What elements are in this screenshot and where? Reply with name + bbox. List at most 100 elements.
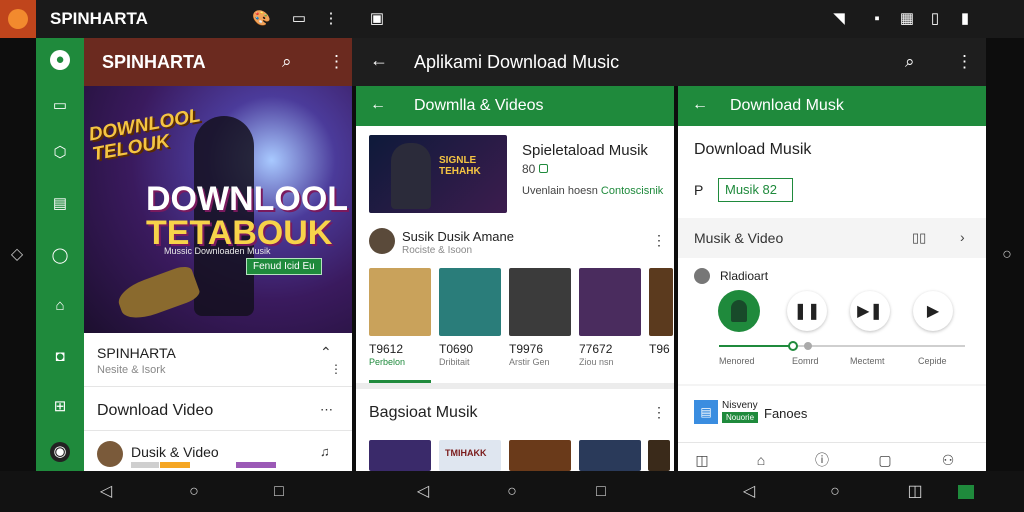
tile-number: T9976 (509, 342, 544, 356)
item1-overflow-icon[interactable]: ⋮ (330, 362, 342, 376)
info-icon[interactable]: ⓘ (812, 450, 832, 470)
battery-icon: ▮ (960, 10, 970, 27)
player-avatar (694, 268, 710, 284)
home-edge-icon[interactable]: ○ (998, 246, 1016, 264)
chevron-right-icon[interactable]: › (960, 229, 965, 245)
headphones-icon[interactable]: ♫ (320, 444, 330, 459)
hero-logo: DOWNLOOL TELOUK (87, 105, 202, 166)
row2-thumb[interactable] (648, 440, 670, 471)
tile-label: Ziou nsn (579, 357, 614, 367)
download-card (678, 126, 986, 218)
hero-subtitle: Mussic Downloaden Musik (164, 246, 271, 256)
artist-avatar (369, 228, 395, 254)
library-icon[interactable]: ◫ (692, 450, 712, 470)
badge-icon (538, 164, 548, 173)
palette-icon[interactable]: 🎨 (252, 10, 271, 28)
home-icon[interactable]: ○ (185, 483, 203, 501)
download-title: Download Musik (694, 141, 812, 158)
tile-thumbnail (579, 268, 641, 336)
message-icon[interactable]: ▭ (50, 96, 70, 116)
back-icon[interactable]: ◁ (97, 483, 115, 501)
back-arrow-icon[interactable]: ← (370, 50, 388, 71)
feature-title[interactable]: Spieletaload Musik (522, 142, 648, 159)
tile[interactable]: T9612 Perbelon (369, 268, 431, 383)
filter-label[interactable]: Musik & Video (694, 230, 783, 246)
tile[interactable]: 77672 Ziou nsn (579, 268, 641, 380)
promo-badge: Nouorie (722, 412, 759, 423)
home-icon[interactable]: ⌂ (751, 450, 771, 470)
home-icon[interactable]: ⌂ (50, 296, 70, 316)
artist-subtitle: Rociste & Isoon (402, 245, 473, 256)
hero-banner[interactable]: DOWNLOOL TELOUK DOWNLOOL TETABOUK Mussic… (84, 86, 352, 333)
panel2-right-header-title: Download Musk (730, 97, 844, 114)
pause-button[interactable]: ❚❚ (787, 291, 827, 331)
row2-thumb[interactable] (369, 440, 431, 471)
recents-icon[interactable]: ◫ (906, 483, 924, 501)
vibrate-icon: ▯ (930, 10, 940, 27)
screenshot-icon[interactable] (958, 485, 974, 499)
back-icon[interactable]: ◁ (414, 483, 432, 501)
folder-icon[interactable]: ▤ (50, 194, 70, 214)
camera-icon[interactable]: ◘ (50, 347, 70, 367)
feature-thumbnail[interactable]: SIGNLE TEHAHK (369, 135, 507, 213)
signal-icon: ▦ (899, 10, 915, 27)
promo-text: Fanoes (764, 406, 808, 421)
search-icon[interactable]: ⌕ (905, 52, 915, 72)
artist-name[interactable]: Susik Dusik Amane (402, 229, 514, 244)
panel1-title: SPINHARTA (102, 52, 206, 72)
progress-handle[interactable] (787, 341, 798, 351)
back-arrow-icon[interactable]: ← (692, 96, 708, 114)
overflow-icon[interactable]: ⋮ (956, 52, 973, 72)
bookmark-icon[interactable]: ▢ (875, 450, 895, 470)
search-icon[interactable]: ⌕ (282, 52, 292, 72)
bag-icon[interactable]: ⬡ (50, 143, 70, 163)
recents-icon[interactable]: □ (270, 483, 288, 501)
overflow-icon[interactable]: ⋮ (322, 10, 340, 28)
row2-thumb[interactable] (579, 440, 641, 471)
feature-meta-link[interactable]: Contoscisnik (601, 185, 663, 197)
record-icon[interactable]: ◉ (50, 442, 70, 462)
tile-number: T96 (649, 342, 670, 356)
artist-avatar-button[interactable] (718, 290, 760, 332)
row2-thumb[interactable] (509, 440, 571, 471)
grid-icon[interactable]: ⊞ (50, 397, 70, 417)
promo-icon: ▤ (694, 400, 718, 424)
panel2-left-header-title: Dowmlla & Videos (414, 97, 544, 114)
chevron-up-icon[interactable]: ⌃ (320, 344, 332, 361)
home-icon[interactable]: ○ (503, 483, 521, 501)
item2-title[interactable]: Dusik & Video (131, 444, 219, 460)
overflow-icon[interactable]: ⋮ (328, 52, 345, 72)
view-toggle-icon[interactable]: ▯▯ (912, 230, 926, 246)
guitar-figure (114, 263, 202, 325)
tile[interactable]: T9976 Arstir Gen (509, 268, 571, 380)
divider (84, 386, 352, 387)
artist-overflow-icon[interactable]: ⋮ (652, 232, 666, 249)
tile[interactable]: T96 (649, 268, 673, 380)
app-icon[interactable] (0, 0, 36, 38)
play-button[interactable]: ▶ (913, 291, 953, 331)
logo-icon[interactable]: ● (50, 50, 70, 70)
back-icon[interactable]: ◁ (740, 483, 758, 501)
tile-thumbnail (369, 268, 431, 336)
back-arrow-icon[interactable]: ← (370, 96, 386, 114)
field-icon: P (694, 182, 704, 198)
chat-icon[interactable]: ◯ (50, 246, 70, 266)
tile-number: T9612 (369, 342, 404, 356)
back-edge-icon[interactable]: ◇ (8, 246, 26, 264)
tile[interactable]: T0690 Dribitait (439, 268, 501, 380)
home-icon[interactable]: ○ (826, 483, 844, 501)
skip-next-button[interactable]: ▶❚ (850, 291, 890, 331)
step-label: Eomrd (792, 356, 819, 366)
section-overflow-icon[interactable]: ⋮ (652, 404, 666, 421)
screenshot-icon[interactable]: ▣ (368, 10, 386, 28)
profile-icon[interactable]: ⚇ (938, 450, 958, 470)
musik-field[interactable]: Musik 82 (718, 178, 793, 202)
hero-button[interactable]: Fenud Icid Eu (246, 258, 322, 275)
section-download-video: Download Video (97, 402, 214, 419)
section-more-icon[interactable]: ⋯ (320, 402, 333, 418)
window-icon[interactable]: ▭ (290, 10, 308, 28)
recents-icon[interactable]: □ (592, 483, 610, 501)
item1-title[interactable]: SPINHARTA (97, 345, 176, 361)
divider (84, 430, 352, 431)
row2-thumb[interactable]: TMIHAKK (439, 440, 501, 471)
